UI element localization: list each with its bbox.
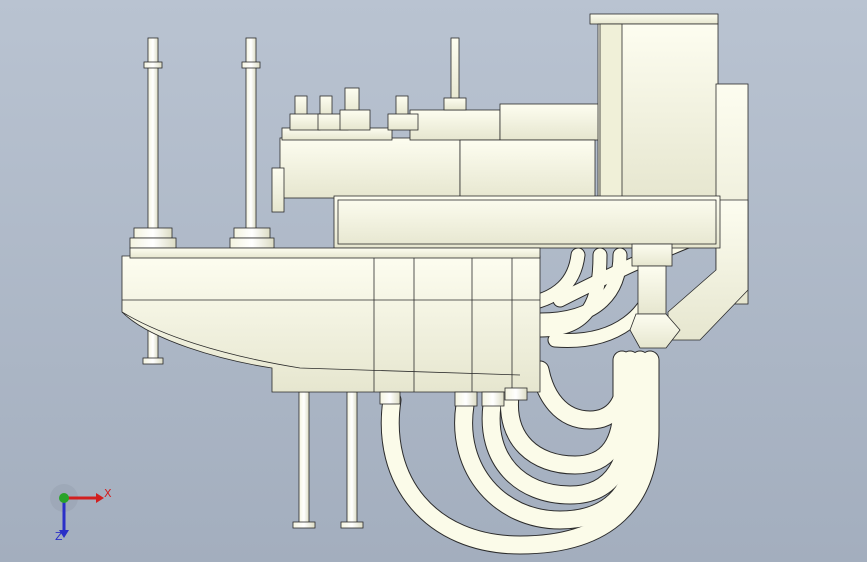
cad-viewport[interactable]: [0, 0, 867, 562]
support-legs: [292, 391, 364, 529]
y-axis-point: [59, 493, 69, 503]
base-body: [121, 247, 541, 393]
main-beam: [333, 195, 721, 249]
upper-assembly: [271, 37, 601, 213]
z-axis-label: Z: [55, 530, 63, 543]
swivel-joint: [629, 243, 681, 349]
x-axis-label: X: [104, 487, 112, 500]
coordinate-triad: X Z: [40, 480, 120, 546]
